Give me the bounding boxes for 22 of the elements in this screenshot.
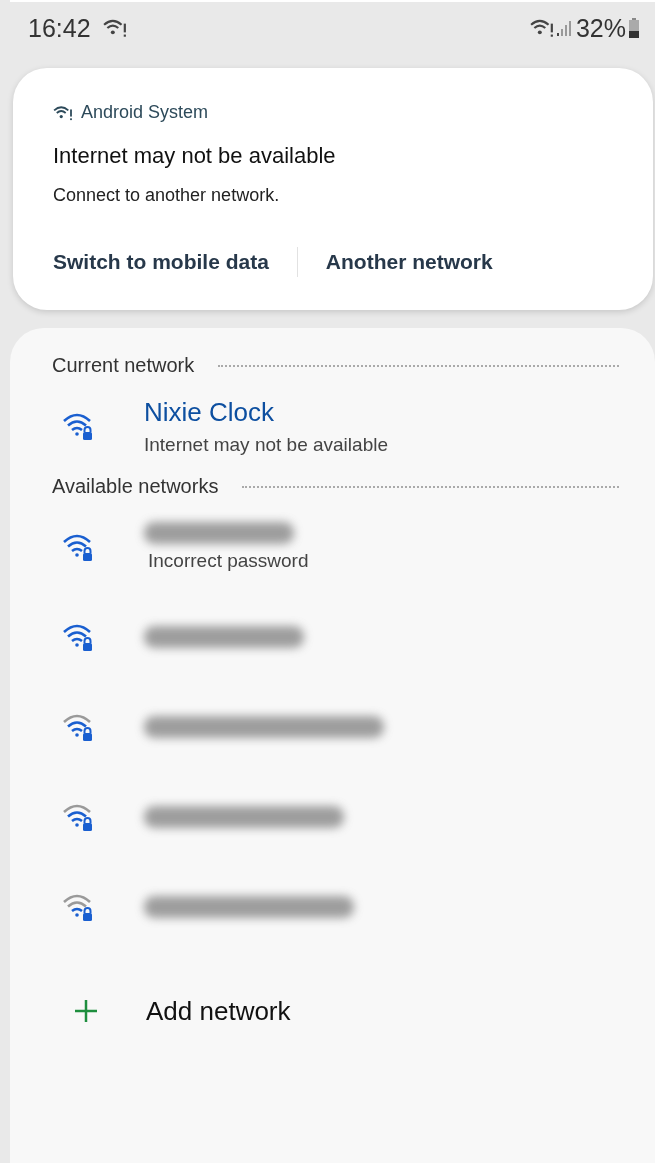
- signal-icon: [555, 19, 572, 37]
- network-item[interactable]: Incorrect password: [52, 502, 619, 592]
- plus-icon: [74, 999, 98, 1023]
- network-item[interactable]: Nixie Clock Internet may not be available: [52, 381, 619, 471]
- clock: 16:42: [28, 13, 91, 43]
- wifi-alert-icon: [102, 18, 127, 38]
- add-network-item[interactable]: Add network: [52, 966, 619, 1056]
- add-network-label: Add network: [146, 995, 291, 1027]
- network-status: Internet may not be available: [144, 433, 388, 456]
- battery-icon: [629, 18, 639, 38]
- notification-title: Internet may not be available: [53, 143, 337, 169]
- network-name: Nixie Clock: [144, 396, 276, 428]
- notification-text: Connect to another network.: [53, 185, 281, 206]
- network-status: Incorrect password: [148, 550, 309, 572]
- section-heading: Current network: [52, 354, 195, 377]
- battery-percent: 32%: [575, 13, 626, 43]
- wifi-alert-icon: [53, 104, 73, 121]
- section-heading: Available networks: [52, 475, 219, 498]
- notification-action[interactable]: Switch to mobile data: [33, 236, 289, 288]
- app-name: Android System: [81, 102, 209, 123]
- wifi-alert-icon: [529, 18, 554, 38]
- notification-action[interactable]: Another network: [305, 236, 513, 288]
